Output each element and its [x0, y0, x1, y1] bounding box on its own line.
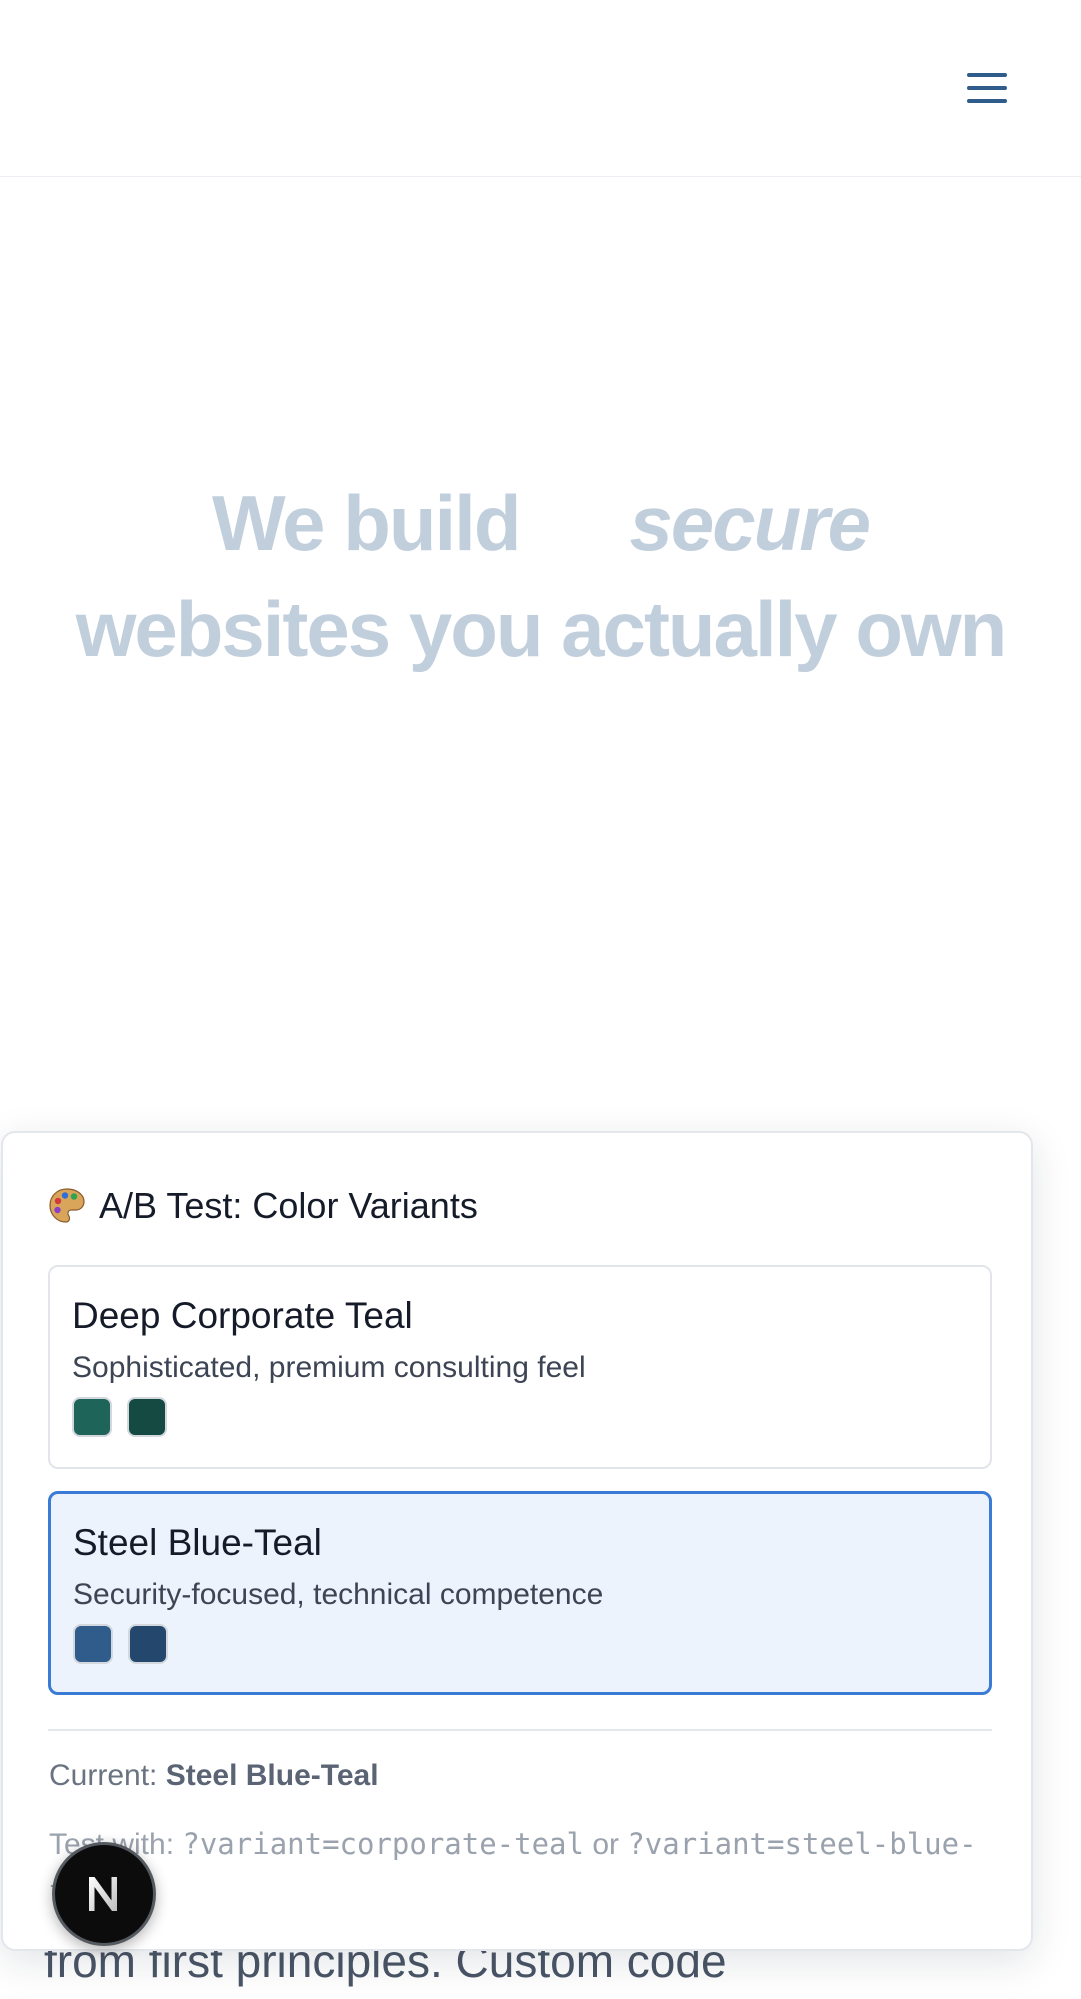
variant-option-corporate-teal[interactable]: Deep Corporate Teal Sophisticated, premi…	[48, 1265, 992, 1469]
site-header	[0, 0, 1081, 177]
palette-icon	[47, 1186, 87, 1226]
color-swatches	[73, 1624, 168, 1664]
color-swatch-secondary	[127, 1397, 167, 1437]
variant-description: Security-focused, technical competence	[73, 1578, 604, 1611]
panel-title-text: A/B Test: Color Variants	[99, 1185, 478, 1226]
n-logo-icon	[89, 1877, 117, 1911]
variant-option-steel-blue-teal[interactable]: Steel Blue-Teal Security-focused, techni…	[48, 1491, 992, 1695]
hero-heading: We build secure websites you actually own	[0, 470, 1081, 682]
divider	[48, 1729, 992, 1731]
current-variant-status: Current: Steel Blue-Teal	[49, 1759, 379, 1793]
test-or: or	[592, 1828, 619, 1861]
current-value: Steel Blue-Teal	[165, 1759, 379, 1792]
test-instructions: Test with: ?variant=corporate-teal or ?v…	[49, 1821, 989, 1915]
menu-button[interactable]	[951, 60, 1023, 116]
color-swatches	[72, 1397, 167, 1437]
panel-title: A/B Test: Color Variants	[47, 1185, 478, 1227]
hero-line-1: We build secure	[0, 470, 1081, 576]
ab-test-panel: A/B Test: Color Variants Deep Corporate …	[1, 1131, 1033, 1951]
color-swatch-primary	[73, 1624, 113, 1664]
color-swatch-secondary	[128, 1624, 168, 1664]
current-label: Current:	[49, 1759, 158, 1792]
hero-emphasis: secure	[629, 479, 872, 567]
hero-line-2: websites you actually own	[75, 585, 1008, 673]
variant-description: Sophisticated, premium consulting feel	[72, 1351, 586, 1384]
nextjs-dev-badge[interactable]	[52, 1842, 156, 1946]
hero-prefix: We build	[211, 479, 522, 567]
variant-name: Steel Blue-Teal	[73, 1522, 322, 1563]
color-swatch-primary	[72, 1397, 112, 1437]
test-param-corporate-teal: ?variant=corporate-teal	[182, 1827, 584, 1861]
hamburger-menu-icon	[967, 73, 1007, 103]
variant-name: Deep Corporate Teal	[72, 1295, 413, 1336]
